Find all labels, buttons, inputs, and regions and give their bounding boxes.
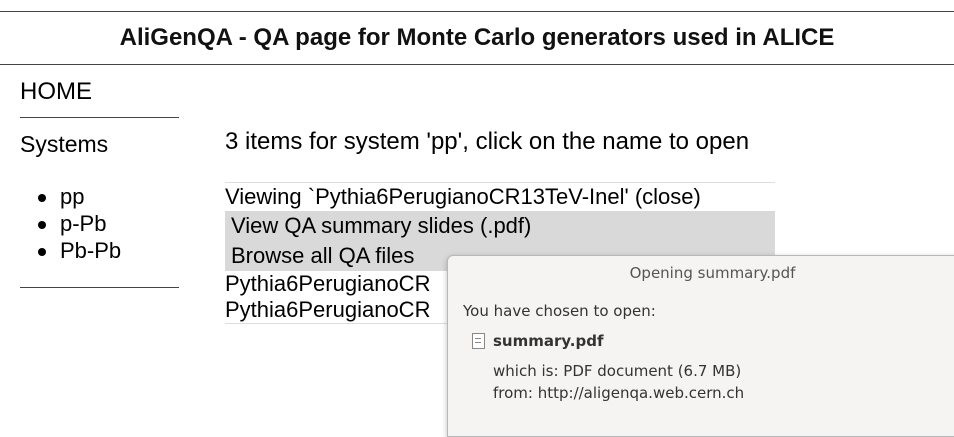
system-link-ppb[interactable]: p-Pb [37,210,121,237]
page-header: AliGenQA - QA page for Monte Carlo gener… [0,11,954,65]
system-link-pp[interactable]: pp [37,183,121,210]
dialog-file: summary.pdf [472,332,604,350]
nav-divider [20,117,179,118]
document-icon [472,333,485,349]
system-link-pbpb[interactable]: Pb-Pb [37,237,121,264]
viewing-row: Viewing `Pythia6PerugianoCR13TeV-Inel' (… [225,183,775,211]
nav-divider-bottom [20,287,179,288]
systems-heading: Systems [20,131,109,157]
close-link[interactable]: (close) [635,184,701,209]
nav-home-link[interactable]: HOME [20,78,92,106]
dialog-intro: You have chosen to open: [463,302,656,320]
page-title: AliGenQA - QA page for Monte Carlo gener… [119,24,835,51]
systems-list: pp p-Pb Pb-Pb [37,183,121,264]
view-summary-slides-link[interactable]: View QA summary slides (.pdf) [225,211,775,241]
dialog-file-type: which is: PDF document (6.7 MB) [493,362,742,380]
items-heading: 3 items for system 'pp', click on the na… [225,128,750,155]
viewing-label: Viewing `Pythia6PerugianoCR13TeV-Inel' [225,184,629,209]
dialog-title: Opening summary.pdf [629,264,796,282]
dialog-filename: summary.pdf [493,332,604,350]
dialog-file-source: from: http://aligenqa.web.cern.ch [493,384,745,402]
open-file-dialog: Opening summary.pdf You have chosen to o… [447,255,954,437]
